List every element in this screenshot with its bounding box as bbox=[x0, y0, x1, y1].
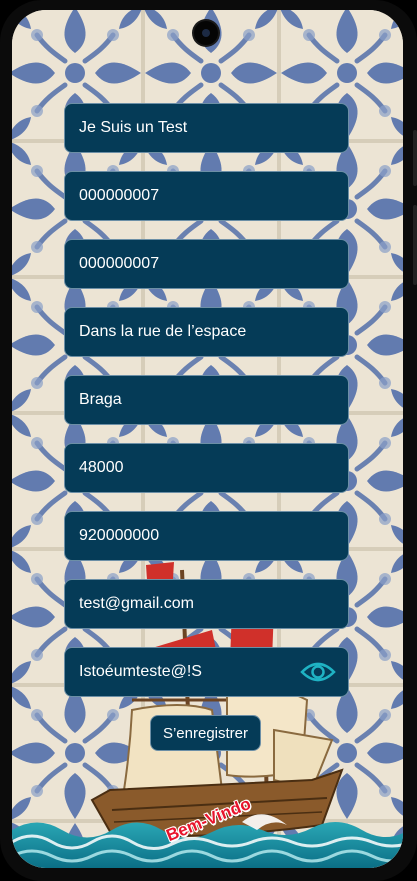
address-field[interactable]: Dans la rue de l’espace bbox=[64, 307, 349, 357]
id-confirm-field[interactable]: 000000007 bbox=[64, 239, 349, 289]
eye-icon-graphic bbox=[300, 662, 336, 682]
city-field-value[interactable]: Braga bbox=[79, 391, 334, 409]
email-field-value[interactable]: test@gmail.com bbox=[79, 595, 334, 613]
front-camera bbox=[194, 21, 218, 45]
name-field[interactable]: Je Suis un Test bbox=[64, 103, 349, 153]
city-field[interactable]: Braga bbox=[64, 375, 349, 425]
postal-code-field[interactable]: 48000 bbox=[64, 443, 349, 493]
name-field-value[interactable]: Je Suis un Test bbox=[79, 119, 334, 137]
power-button bbox=[413, 205, 417, 285]
password-field-value[interactable]: Istoéumteste@!S bbox=[79, 663, 300, 681]
eye-icon[interactable] bbox=[300, 659, 336, 685]
register-button[interactable]: S’enregistrer bbox=[150, 715, 261, 751]
id-confirm-field-value[interactable]: 000000007 bbox=[79, 255, 334, 273]
password-field[interactable]: Istoéumteste@!S bbox=[64, 647, 349, 697]
phone-field[interactable]: 920000000 bbox=[64, 511, 349, 561]
id-field[interactable]: 000000007 bbox=[64, 171, 349, 221]
address-field-value[interactable]: Dans la rue de l’espace bbox=[79, 323, 334, 341]
postal-code-field-value[interactable]: 48000 bbox=[79, 459, 334, 477]
phone-field-value[interactable]: 920000000 bbox=[79, 527, 334, 545]
phone-frame: Bem-Vindo Je Suis un Test 000000007 0000… bbox=[0, 0, 417, 881]
id-field-value[interactable]: 000000007 bbox=[79, 187, 334, 205]
email-field[interactable]: test@gmail.com bbox=[64, 579, 349, 629]
volume-button bbox=[413, 130, 417, 186]
